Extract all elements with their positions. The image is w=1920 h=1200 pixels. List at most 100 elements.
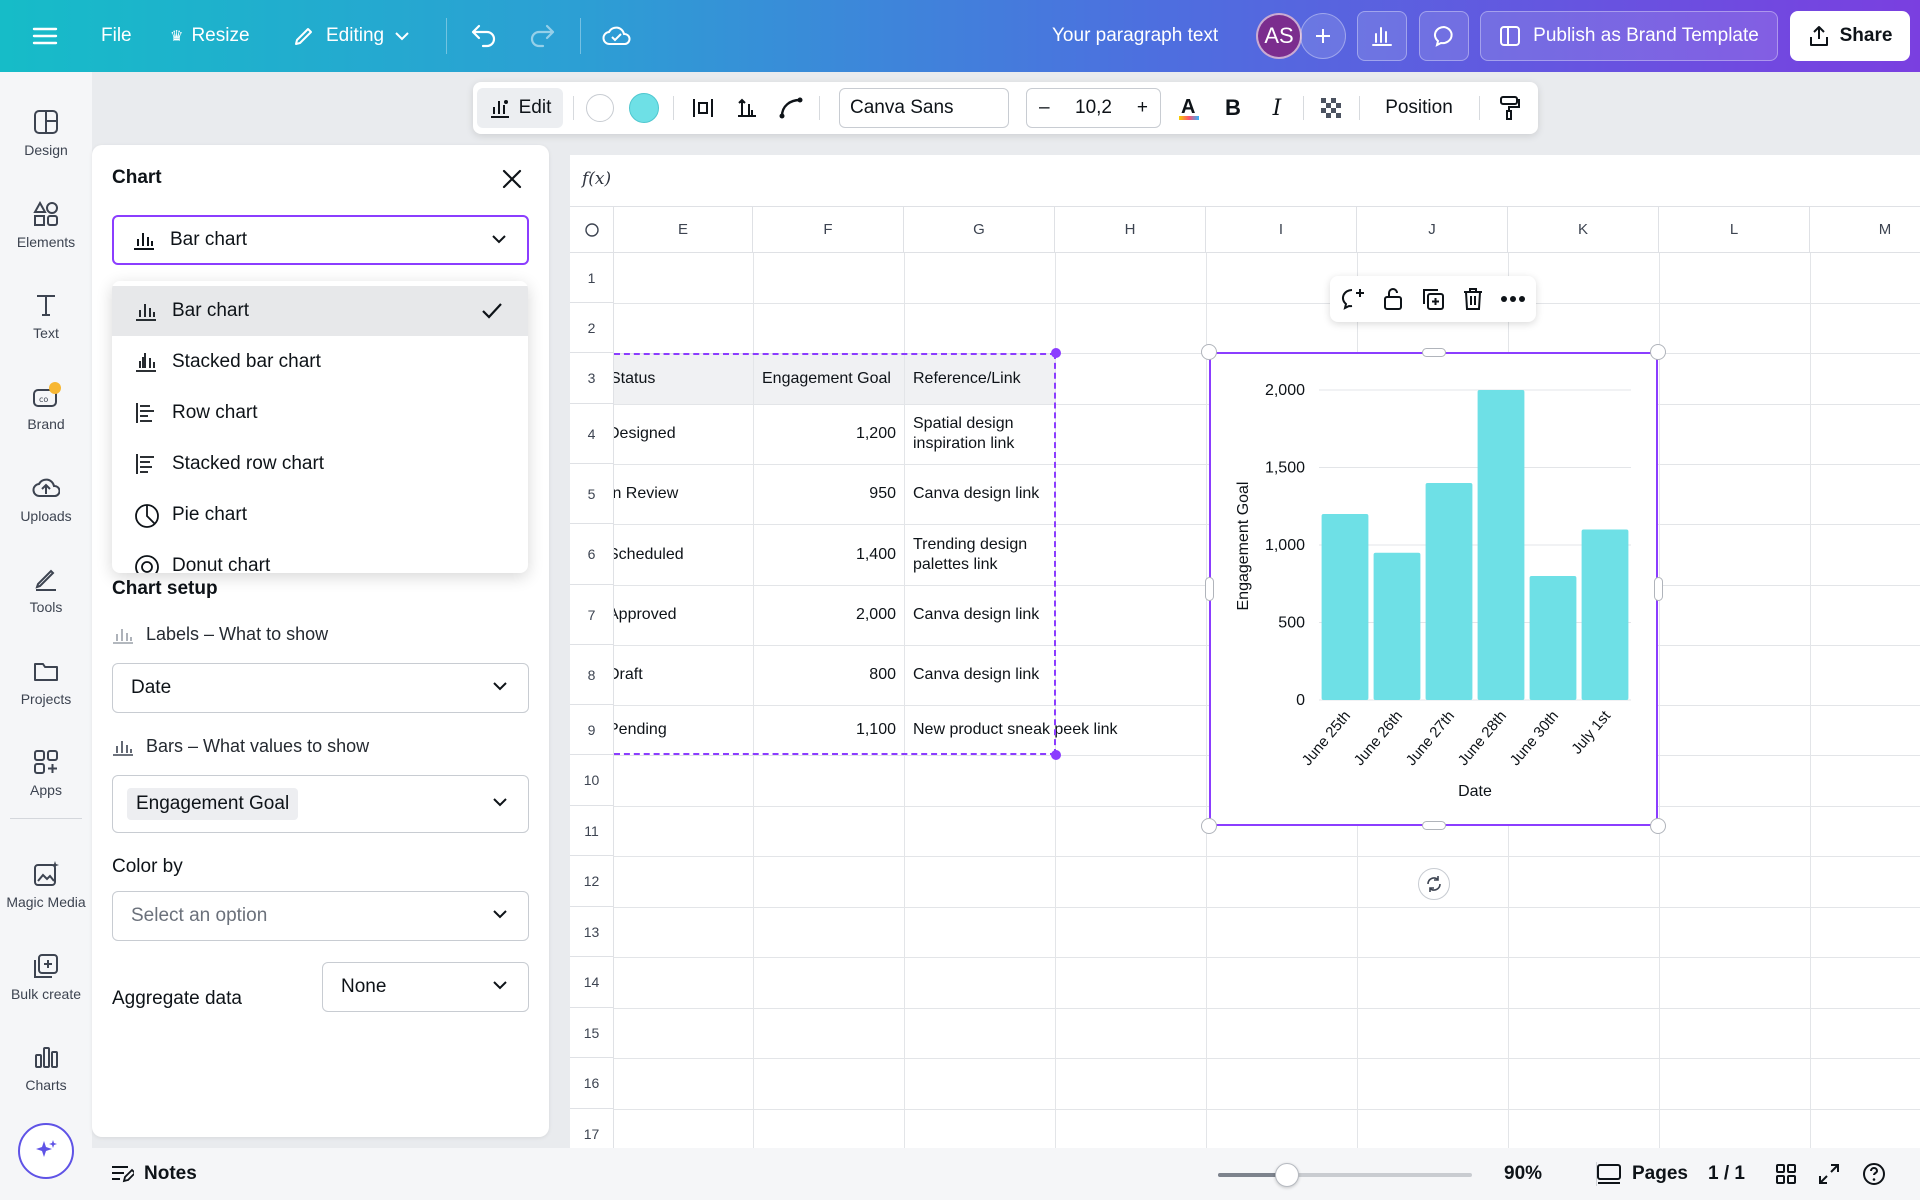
close-icon[interactable] bbox=[498, 165, 526, 193]
share-button[interactable]: Share bbox=[1790, 11, 1910, 61]
row-header[interactable]: 12 bbox=[570, 856, 614, 907]
row-header[interactable]: 9 bbox=[570, 705, 614, 755]
row-header[interactable]: 16 bbox=[570, 1058, 614, 1109]
rail-item-tools[interactable]: Tools bbox=[0, 547, 92, 633]
data-range-selection[interactable] bbox=[614, 353, 1056, 755]
row-header[interactable]: 5 bbox=[570, 464, 614, 524]
spacing-icon[interactable] bbox=[685, 88, 721, 128]
column-header[interactable]: J bbox=[1357, 207, 1508, 253]
row-header[interactable]: 15 bbox=[570, 1008, 614, 1058]
bar-color-swatch[interactable] bbox=[627, 88, 661, 128]
rail-item-elements[interactable]: Elements bbox=[0, 182, 92, 268]
resize-button[interactable]: ♛ Resize bbox=[170, 0, 250, 72]
transparency-icon[interactable] bbox=[1313, 88, 1349, 128]
bars-select[interactable]: Engagement Goal bbox=[112, 775, 529, 833]
rail-item-brand[interactable]: co Brand bbox=[0, 364, 92, 450]
redo-icon[interactable] bbox=[528, 0, 556, 72]
aggregate-select[interactable]: None bbox=[322, 962, 529, 1012]
resize-handle[interactable] bbox=[1422, 348, 1446, 357]
rail-item-projects[interactable]: Projects bbox=[0, 639, 92, 725]
grid-view-icon[interactable] bbox=[1775, 1148, 1797, 1200]
edit-chart-button[interactable]: Edit bbox=[477, 88, 563, 128]
zoom-level[interactable]: 90% bbox=[1504, 1148, 1542, 1200]
text-color-icon[interactable]: A bbox=[1171, 88, 1207, 128]
row-header[interactable]: 2 bbox=[570, 303, 614, 353]
row-header[interactable]: 6 bbox=[570, 524, 614, 585]
bar-chart-element[interactable]: 0 500 1,000 1,500 2,000 June 25th June 26th Ju… bbox=[1209, 352, 1658, 826]
copy-style-icon[interactable] bbox=[1491, 88, 1527, 128]
file-menu[interactable]: File bbox=[101, 0, 132, 72]
bold-icon[interactable]: B bbox=[1215, 88, 1251, 128]
background-color-swatch[interactable] bbox=[585, 88, 615, 128]
resize-handle[interactable] bbox=[1654, 577, 1663, 601]
row-header[interactable]: 14 bbox=[570, 957, 614, 1008]
row-header[interactable]: 7 bbox=[570, 585, 614, 645]
labels-select[interactable]: Date bbox=[112, 663, 529, 713]
column-header[interactable]: I bbox=[1206, 207, 1357, 253]
rail-item-bulk-create[interactable]: Bulk create bbox=[0, 934, 92, 1020]
comment-icon[interactable] bbox=[1419, 11, 1469, 61]
pages-button[interactable]: Pages bbox=[1596, 1148, 1688, 1200]
column-header[interactable]: K bbox=[1508, 207, 1659, 253]
column-header[interactable]: G bbox=[904, 207, 1055, 253]
insights-icon[interactable] bbox=[1357, 11, 1407, 61]
zoom-slider-handle[interactable] bbox=[1274, 1163, 1299, 1187]
help-icon[interactable] bbox=[1862, 1148, 1886, 1200]
dropdown-option-stacked-row-chart[interactable]: Stacked row chart bbox=[112, 439, 528, 489]
font-size-increase-button[interactable]: + bbox=[1137, 97, 1148, 119]
publish-brand-template-button[interactable]: Publish as Brand Template bbox=[1480, 11, 1778, 61]
unlock-icon[interactable] bbox=[1380, 286, 1406, 312]
chart-bar[interactable] bbox=[1581, 529, 1629, 701]
column-header[interactable]: E bbox=[614, 207, 753, 253]
page-indicator[interactable]: 1 / 1 bbox=[1708, 1148, 1745, 1200]
dropdown-option-pie-chart[interactable]: Pie chart bbox=[112, 490, 528, 540]
duplicate-icon[interactable] bbox=[1420, 286, 1446, 312]
select-all-corner[interactable] bbox=[570, 207, 614, 253]
notes-button[interactable]: Notes bbox=[110, 1148, 197, 1200]
axis-settings-icon[interactable] bbox=[729, 88, 765, 128]
chart-bar[interactable] bbox=[1477, 390, 1525, 700]
bars-value-chip[interactable]: Engagement Goal bbox=[127, 788, 299, 820]
row-header[interactable]: 3 bbox=[570, 353, 614, 404]
resize-handle[interactable] bbox=[1650, 818, 1666, 834]
dropdown-option-bar-chart[interactable]: Bar chart bbox=[112, 286, 528, 336]
column-header[interactable]: L bbox=[1659, 207, 1810, 253]
design-title[interactable]: Your paragraph text bbox=[1052, 0, 1218, 72]
selection-handle[interactable] bbox=[1051, 348, 1061, 358]
line-style-icon[interactable] bbox=[773, 88, 809, 128]
more-options-icon[interactable] bbox=[1500, 286, 1526, 312]
undo-icon[interactable] bbox=[470, 0, 498, 72]
row-header[interactable]: 1 bbox=[570, 253, 614, 303]
cloud-saved-icon[interactable] bbox=[602, 0, 632, 72]
dropdown-option-row-chart[interactable]: Row chart bbox=[112, 388, 528, 438]
chart-type-select[interactable]: Bar chart bbox=[112, 215, 529, 265]
font-size-control[interactable]: – 10,2 + bbox=[1026, 88, 1161, 128]
column-header[interactable]: H bbox=[1055, 207, 1206, 253]
row-header[interactable]: 10 bbox=[570, 755, 614, 806]
chart-bar[interactable] bbox=[1425, 483, 1473, 700]
fullscreen-icon[interactable] bbox=[1818, 1148, 1840, 1200]
comment-add-icon[interactable] bbox=[1340, 286, 1366, 312]
rail-item-charts[interactable]: Charts bbox=[0, 1025, 92, 1111]
color-by-select[interactable]: Select an option bbox=[112, 891, 529, 941]
menu-icon[interactable] bbox=[32, 0, 58, 72]
rail-item-apps[interactable]: Apps bbox=[0, 730, 92, 816]
row-header[interactable]: 8 bbox=[570, 645, 614, 705]
rail-item-text[interactable]: Text bbox=[0, 273, 92, 359]
rail-item-magic-media[interactable]: Magic Media bbox=[0, 842, 92, 928]
font-size-decrease-button[interactable]: – bbox=[1039, 97, 1050, 119]
add-collaborator-icon[interactable] bbox=[1300, 13, 1346, 59]
dropdown-option-donut-chart[interactable]: Donut chart bbox=[112, 541, 528, 573]
row-header[interactable]: 17 bbox=[570, 1109, 614, 1148]
magic-assistant-button[interactable] bbox=[18, 1123, 74, 1179]
selection-handle[interactable] bbox=[1051, 750, 1061, 760]
resize-handle[interactable] bbox=[1201, 818, 1217, 834]
chart-bar[interactable] bbox=[1373, 552, 1421, 700]
font-size-value[interactable]: 10,2 bbox=[1075, 97, 1112, 119]
column-header[interactable]: F bbox=[753, 207, 904, 253]
resize-handle[interactable] bbox=[1205, 577, 1214, 601]
trash-icon[interactable] bbox=[1460, 286, 1486, 312]
rail-item-uploads[interactable]: Uploads bbox=[0, 456, 92, 542]
editing-mode-button[interactable]: Editing bbox=[292, 0, 410, 72]
row-header[interactable]: 11 bbox=[570, 806, 614, 856]
